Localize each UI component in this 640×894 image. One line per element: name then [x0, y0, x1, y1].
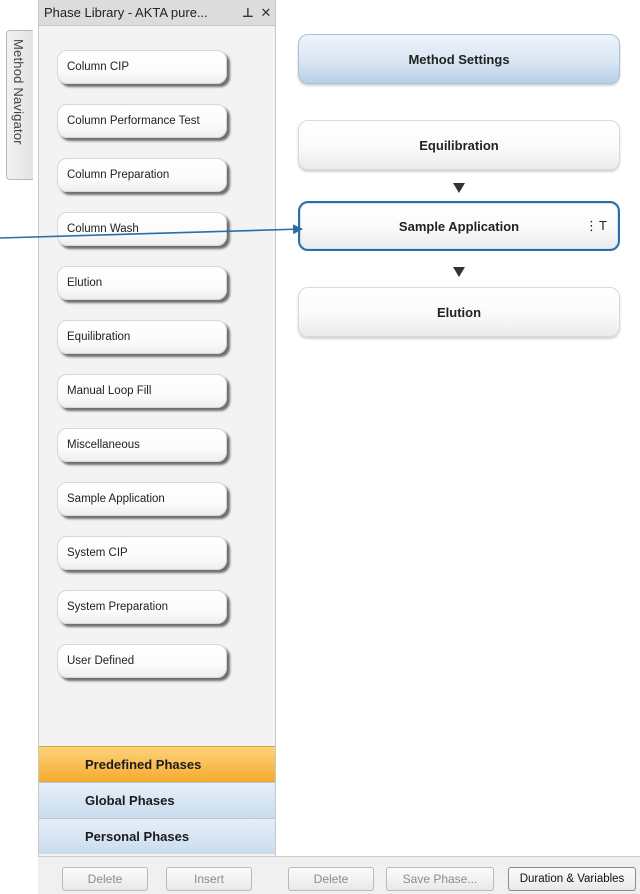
phase-label: Sample Application [398, 218, 520, 234]
phase-label: Method Settings [408, 51, 510, 67]
method-navigator-label: Method Navigator [11, 39, 26, 145]
library-item-miscellaneous[interactable]: Miscellaneous [57, 428, 227, 462]
library-item-sample-application[interactable]: Sample Application [57, 482, 227, 516]
equilibration-phase[interactable]: Equilibration [298, 120, 620, 170]
library-item-label: System Preparation [67, 601, 168, 613]
library-item-column-performance-test[interactable]: Column Performance Test [57, 104, 227, 138]
phase-library-titlebar: Phase Library - AKTA pure... ⊥ ✕ [39, 0, 275, 26]
library-item-label: Elution [67, 277, 103, 289]
library-item-label: Sample Application [67, 493, 165, 505]
method-delete-button[interactable]: Delete [288, 867, 374, 891]
library-delete-button[interactable]: Delete [62, 867, 148, 891]
pin-icon[interactable]: ⊥ [239, 5, 257, 21]
predefined-phases-button[interactable]: Predefined Phases [39, 746, 275, 782]
library-item-label: System CIP [67, 547, 128, 559]
library-item-column-cip[interactable]: Column CIP [57, 50, 227, 84]
method-navigator-tab[interactable]: Method Navigator [6, 30, 33, 180]
library-item-label: Column Performance Test [67, 115, 200, 127]
save-phase-button[interactable]: Save Phase... [386, 867, 494, 891]
library-item-column-preparation[interactable]: Column Preparation [57, 158, 227, 192]
library-button-bar: Delete Insert [38, 856, 276, 894]
library-item-label: Equilibration [67, 331, 131, 343]
library-item-elution[interactable]: Elution [57, 266, 227, 300]
library-insert-button[interactable]: Insert [166, 867, 252, 891]
close-icon[interactable]: ✕ [257, 5, 275, 21]
library-item-label: Manual Loop Fill [67, 385, 152, 397]
library-item-user-defined[interactable]: User Defined [57, 644, 227, 678]
library-item-label: Column Wash [67, 223, 139, 235]
method-canvas: Method Settings Equilibration Sample App… [276, 0, 640, 856]
sample-application-phase[interactable]: Sample Application ⋮T [298, 201, 620, 251]
personal-phases-button[interactable]: Personal Phases [39, 818, 275, 854]
side-strip: Method Navigator [0, 0, 38, 894]
method-button-bar: Delete Save Phase... Duration & Variable… [276, 856, 640, 894]
library-item-system-preparation[interactable]: System Preparation [57, 590, 227, 624]
phase-label: Equilibration [419, 137, 499, 153]
library-item-label: Column CIP [67, 61, 129, 73]
library-item-label: Miscellaneous [67, 439, 140, 451]
global-phases-button[interactable]: Global Phases [39, 782, 275, 818]
duration-variables-button[interactable]: Duration & Variables [508, 867, 636, 891]
flow-arrow-down-icon [453, 183, 465, 193]
phase-library-title: Phase Library - AKTA pure... [44, 5, 208, 20]
flow-arrow-down-icon [453, 267, 465, 277]
library-item-equilibration[interactable]: Equilibration [57, 320, 227, 354]
phase-library-panel: Phase Library - AKTA pure... ⊥ ✕ Column … [38, 0, 276, 894]
library-item-label: User Defined [67, 655, 135, 667]
library-item-system-cip[interactable]: System CIP [57, 536, 227, 570]
elution-phase[interactable]: Elution [298, 287, 620, 337]
library-item-manual-loop-fill[interactable]: Manual Loop Fill [57, 374, 227, 408]
library-item-column-wash[interactable]: Column Wash [57, 212, 227, 246]
phase-label: Elution [436, 304, 482, 320]
library-item-label: Column Preparation [67, 169, 170, 181]
text-instruction-icon[interactable]: ⋮T [585, 218, 608, 234]
method-settings-phase[interactable]: Method Settings [298, 34, 620, 84]
